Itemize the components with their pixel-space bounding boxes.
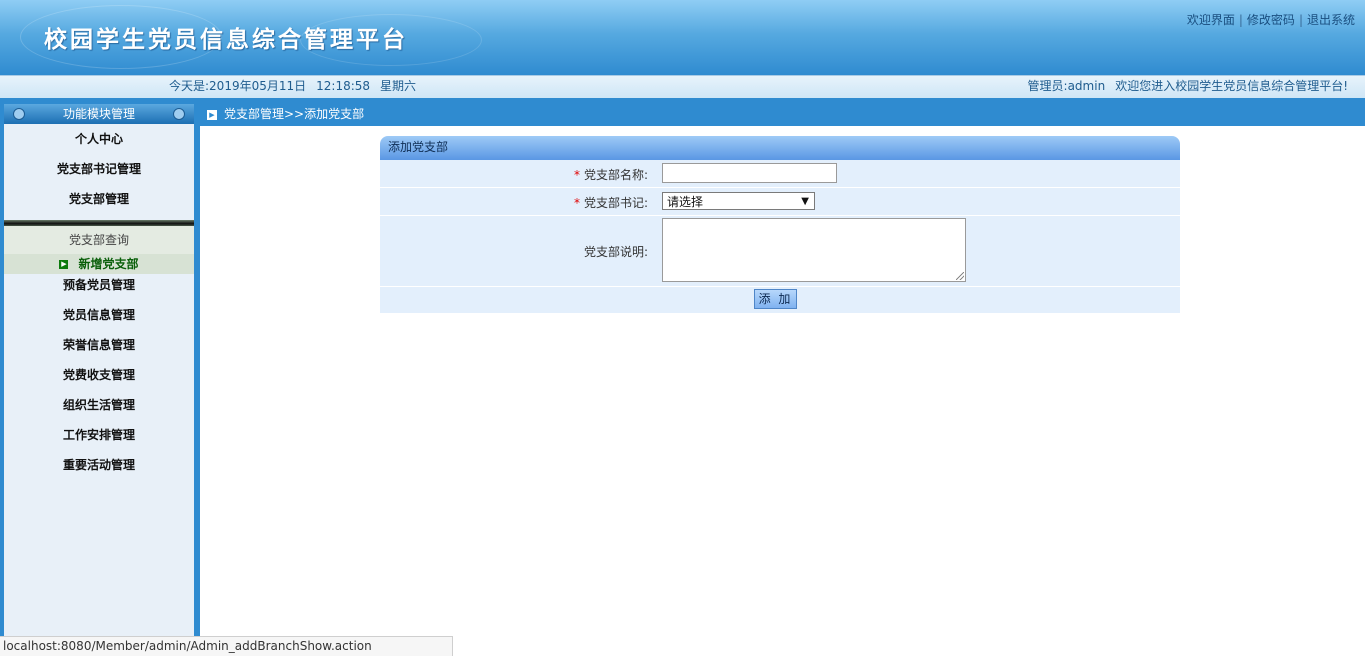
admin-name: admin	[1067, 79, 1106, 93]
branch-submenu: 党支部查询 ▶ 新增党支部	[4, 226, 194, 274]
sidebar: 功能模块管理 个人中心 党支部书记管理 党支部管理 党支部查询 ▶ 新增党支部 预…	[0, 98, 198, 655]
resize-grip-icon[interactable]	[956, 272, 964, 280]
date-display: 今天是:2019年05月11日 12:18:58 星期六	[169, 76, 426, 97]
name-label: * 党支部名称:	[574, 166, 648, 183]
menu-header: 功能模块管理	[4, 104, 194, 124]
branch-description-textarea[interactable]	[662, 218, 966, 282]
admin-label: 管理员:	[1027, 79, 1068, 93]
link-separator: |	[1298, 13, 1303, 27]
form-row-submit: 添 加	[380, 287, 1180, 314]
chevron-down-icon: ▼	[801, 196, 809, 207]
breadcrumb-bar: ▶ 党支部管理>>添加党支部	[198, 104, 1365, 124]
breadcrumb: 党支部管理>>添加党支部	[224, 107, 365, 121]
add-button[interactable]: 添 加	[754, 289, 797, 309]
top-nav-links: 欢迎界面 | 修改密码 | 退出系统	[1187, 11, 1355, 28]
bullet-icon	[173, 108, 185, 120]
branch-name-input[interactable]	[662, 163, 837, 183]
arrow-right-icon: ▶	[59, 260, 69, 269]
form-title: 添加党支部	[380, 136, 1180, 160]
secretary-label: * 党支部书记:	[574, 194, 648, 211]
sidebar-menu: 功能模块管理 个人中心 党支部书记管理 党支部管理 党支部查询 ▶ 新增党支部 预…	[4, 104, 194, 655]
date-value: 2019年05月11日	[209, 79, 307, 93]
bullet-icon	[13, 108, 25, 120]
admin-display: 管理员:admin 欢迎您进入校园学生党员信息综合管理平台!	[1018, 76, 1348, 97]
submenu-item-label: 新增党支部	[78, 257, 139, 271]
info-bar: 今天是:2019年05月11日 12:18:58 星期六 管理员:admin 欢迎您进…	[0, 75, 1365, 99]
arrow-right-icon: ▶	[207, 110, 217, 120]
sidebar-item-personal-center[interactable]: 个人中心	[4, 124, 194, 154]
submenu-item-branch-query[interactable]: 党支部查询	[4, 230, 194, 250]
form-row-name: * 党支部名称:	[380, 160, 1180, 188]
secretary-select[interactable]: 请选择 ▼	[662, 192, 815, 210]
required-mark: *	[573, 196, 580, 210]
sidebar-item-dues-management[interactable]: 党费收支管理	[4, 360, 194, 390]
sidebar-item-work-schedule[interactable]: 工作安排管理	[4, 420, 194, 450]
sidebar-item-member-info[interactable]: 党员信息管理	[4, 300, 194, 330]
app-header: 校园学生党员信息综合管理平台 欢迎界面 | 修改密码 | 退出系统	[0, 0, 1365, 75]
form-row-description: 党支部说明:	[380, 216, 1180, 287]
weekday-value: 星期六	[380, 79, 417, 93]
name-label-text: 党支部名称:	[583, 168, 648, 182]
content-panel: 添加党支部 * 党支部名称: * 党支部书记: 请选择 ▼ 党支部说明: 添 加	[200, 126, 1365, 655]
secretary-selected-value: 请选择	[667, 195, 704, 209]
form-row-secretary: * 党支部书记: 请选择 ▼	[380, 188, 1180, 216]
sidebar-item-org-life[interactable]: 组织生活管理	[4, 390, 194, 420]
description-label: 党支部说明:	[583, 245, 648, 259]
logout-link[interactable]: 退出系统	[1307, 13, 1355, 27]
secretary-label-text: 党支部书记:	[583, 196, 648, 210]
menu-header-label: 功能模块管理	[62, 107, 135, 121]
welcome-link[interactable]: 欢迎界面	[1187, 13, 1235, 27]
main-area: ▶ 党支部管理>>添加党支部 添加党支部 * 党支部名称: * 党支部书记: 请选择…	[198, 98, 1365, 655]
time-value: 12:18:58	[316, 79, 371, 93]
sidebar-item-honor-info[interactable]: 荣誉信息管理	[4, 330, 194, 360]
sidebar-item-key-activities[interactable]: 重要活动管理	[4, 450, 194, 480]
date-label: 今天是:	[169, 79, 210, 93]
sidebar-item-secretary-management[interactable]: 党支部书记管理	[4, 154, 194, 184]
app-title: 校园学生党员信息综合管理平台	[44, 26, 408, 53]
required-mark: *	[573, 168, 580, 182]
sidebar-item-probationary-members[interactable]: 预备党员管理	[4, 270, 194, 300]
change-password-link[interactable]: 修改密码	[1247, 13, 1295, 27]
add-branch-form: 添加党支部 * 党支部名称: * 党支部书记: 请选择 ▼ 党支部说明: 添 加	[380, 136, 1180, 314]
link-separator: |	[1238, 13, 1243, 27]
browser-status-url: localhost:8080/Member/admin/Admin_addBra…	[0, 636, 453, 656]
sidebar-item-branch-management[interactable]: 党支部管理	[4, 184, 194, 214]
welcome-message: 欢迎您进入校园学生党员信息综合管理平台!	[1115, 79, 1348, 93]
